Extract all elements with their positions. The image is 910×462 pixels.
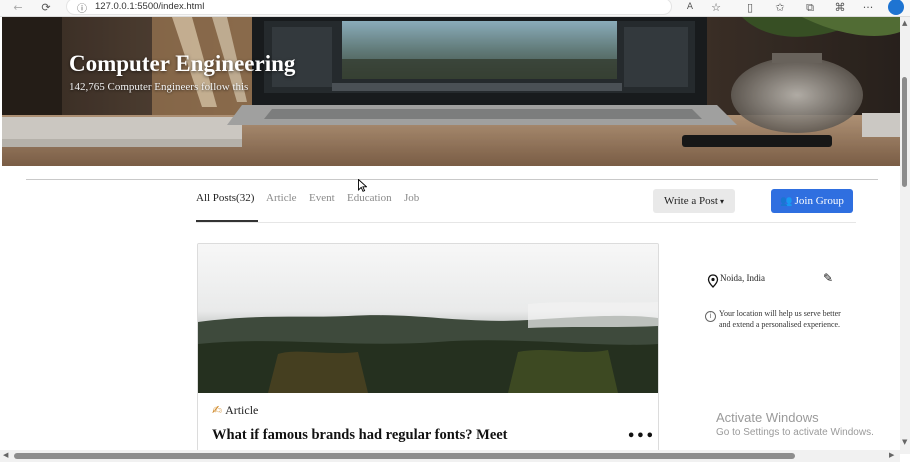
mouse-cursor-icon bbox=[358, 179, 367, 192]
section-divider bbox=[26, 179, 878, 180]
tab-job[interactable]: Job bbox=[404, 192, 419, 204]
info-icon: i bbox=[705, 311, 716, 322]
extensions-icon[interactable]: ⌘ bbox=[832, 0, 848, 15]
vertical-scroll-thumb[interactable] bbox=[902, 77, 907, 187]
vertical-scrollbar[interactable]: ▲ ▼ bbox=[900, 17, 910, 454]
write-post-button[interactable]: Write a Post ▾ bbox=[653, 189, 735, 213]
page-viewport: Computer Engineering 142,765 Computer En… bbox=[2, 17, 900, 450]
follower-count: 142,765 Computer Engineers follow this bbox=[69, 81, 249, 93]
caret-down-icon: ▾ bbox=[719, 197, 724, 206]
horizontal-scroll-thumb[interactable] bbox=[14, 453, 795, 459]
tab-education[interactable]: Education bbox=[347, 192, 392, 204]
tabs-baseline bbox=[196, 222, 856, 223]
hero-banner: Computer Engineering 142,765 Computer En… bbox=[2, 17, 900, 166]
post-title[interactable]: What if famous brands had regular fonts?… bbox=[212, 427, 508, 444]
collections-icon[interactable]: ⧉ bbox=[802, 0, 818, 15]
watermark-title: Activate Windows bbox=[716, 410, 819, 425]
watermark-subtitle: Go to Settings to activate Windows. bbox=[716, 427, 874, 438]
back-arrow-icon[interactable]: ← bbox=[10, 0, 26, 15]
location-note: Your location will help us serve better … bbox=[719, 309, 841, 329]
location-text: Noida, India bbox=[720, 273, 765, 283]
browser-menu-icon[interactable]: ··· bbox=[860, 0, 876, 15]
split-screen-icon[interactable]: ▯ bbox=[742, 0, 758, 15]
post-cover-image bbox=[198, 244, 658, 393]
write-post-label: Write a Post bbox=[664, 195, 718, 207]
writing-hand-icon: ✍ bbox=[212, 403, 223, 417]
post-type-label: Article bbox=[225, 403, 259, 417]
post-card[interactable]: ✍ Article What if famous brands had regul… bbox=[197, 243, 659, 450]
address-bar[interactable]: ⓘ 127.0.0.1:5500/index.html bbox=[66, 0, 672, 15]
location-pin-icon bbox=[707, 274, 719, 288]
url-text[interactable]: 127.0.0.1:5500/index.html bbox=[95, 1, 204, 12]
scroll-left-arrow-icon[interactable]: ◀ bbox=[3, 451, 8, 459]
site-info-icon[interactable]: ⓘ bbox=[77, 0, 87, 15]
add-group-icon: 👥 bbox=[780, 196, 793, 207]
post-type: ✍ Article bbox=[212, 403, 258, 418]
edit-pencil-icon[interactable]: ✎ bbox=[823, 271, 833, 285]
join-group-button[interactable]: 👥 Join Group bbox=[771, 189, 853, 213]
scroll-up-arrow-icon[interactable]: ▲ bbox=[902, 19, 907, 27]
copilot-icon[interactable] bbox=[888, 0, 904, 15]
page-title: Computer Engineering bbox=[69, 51, 296, 76]
tab-all-posts[interactable]: All Posts(32) bbox=[196, 192, 254, 204]
favorites-icon[interactable]: ✩ bbox=[772, 0, 788, 15]
join-group-label: Join Group bbox=[794, 195, 844, 207]
horizontal-scrollbar[interactable]: ◀ ▶ bbox=[0, 450, 900, 462]
scroll-right-arrow-icon[interactable]: ▶ bbox=[889, 451, 894, 459]
refresh-icon[interactable]: ⟳ bbox=[38, 0, 54, 15]
activate-windows-watermark: Activate Windows Go to Settings to activ… bbox=[716, 410, 874, 438]
tab-event[interactable]: Event bbox=[309, 192, 335, 204]
browser-toolbar: ← ⟳ ⓘ 127.0.0.1:5500/index.html A ☆ ▯ ✩ … bbox=[0, 0, 910, 17]
favorite-star-icon[interactable]: ☆ bbox=[708, 0, 724, 15]
more-options-icon[interactable]: ••• bbox=[627, 429, 655, 444]
scroll-down-arrow-icon[interactable]: ▼ bbox=[902, 438, 907, 446]
tab-article[interactable]: Article bbox=[266, 192, 297, 204]
read-aloud-icon[interactable]: A bbox=[682, 0, 698, 15]
